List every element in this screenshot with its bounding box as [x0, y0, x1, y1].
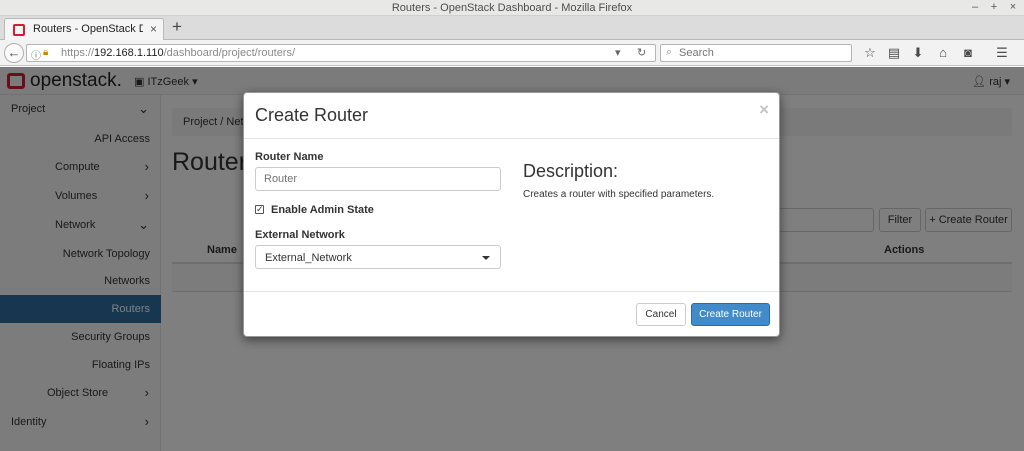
back-arrow-icon[interactable]: ←	[4, 43, 24, 63]
cancel-button[interactable]: Cancel	[636, 303, 686, 326]
search-box[interactable]: ⌕	[660, 44, 852, 62]
create-router-submit-button[interactable]: Create Router	[691, 303, 770, 326]
url-bar[interactable]: ⓘ 🔒︎ https://192.168.1.110/dashboard/pro…	[26, 44, 656, 62]
url-host: 192.168.1.110	[94, 47, 164, 59]
close-window-icon[interactable]: ×	[1007, 1, 1019, 13]
openstack-favicon-icon	[13, 24, 25, 36]
close-icon[interactable]: ×	[759, 100, 769, 120]
dropdown-arrow-icon[interactable]: ▾	[615, 46, 621, 59]
search-icon: ⌕	[666, 46, 673, 58]
admin-state-label[interactable]: Enable Admin State	[271, 204, 374, 216]
router-name-label: Router Name	[255, 151, 324, 163]
reading-list-icon[interactable]: ▤	[886, 45, 902, 61]
maximize-icon[interactable]: +	[988, 1, 1000, 13]
description-text: Creates a router with specified paramete…	[523, 189, 715, 200]
window-title: Routers - OpenStack Dashboard - Mozilla …	[391, 2, 633, 14]
admin-state-checkbox[interactable]: ✓	[255, 205, 264, 214]
modal-header: Create Router ×	[244, 93, 779, 139]
minimize-icon[interactable]: –	[969, 1, 981, 13]
modal-title: Create Router	[255, 105, 369, 125]
download-icon[interactable]: ⬇	[910, 45, 926, 61]
close-tab-icon[interactable]: ×	[150, 22, 157, 36]
url-prefix: https://	[61, 47, 95, 59]
menu-icon[interactable]: ☰	[994, 45, 1010, 61]
external-network-label: External Network	[255, 229, 345, 241]
tab-title: Routers - OpenStack Dashb	[33, 23, 143, 35]
search-input[interactable]	[679, 46, 847, 60]
external-network-value: External_Network	[265, 252, 352, 264]
navigation-bar: ← ⓘ 🔒︎ https://192.168.1.110/dashboard/p…	[0, 40, 1024, 66]
new-tab-icon[interactable]: +	[172, 18, 182, 36]
url-path: /dashboard/project/routers/	[163, 47, 296, 59]
insecure-lock-icon[interactable]: 🔒︎	[43, 47, 48, 58]
modal-footer: Cancel Create Router	[244, 291, 779, 336]
browser-tab[interactable]: Routers - OpenStack Dashb ×	[4, 18, 164, 40]
bookmark-star-icon[interactable]: ☆	[862, 45, 878, 61]
pocket-icon[interactable]: ◙	[960, 45, 976, 60]
external-network-select[interactable]: External_Network	[255, 245, 501, 269]
window-titlebar: Routers - OpenStack Dashboard - Mozilla …	[0, 0, 1024, 16]
tab-strip: Routers - OpenStack Dashb × +	[0, 16, 1024, 40]
home-icon[interactable]: ⌂	[935, 45, 951, 60]
caret-down-icon	[482, 256, 490, 260]
url-text[interactable]: https://192.168.1.110/dashboard/project/…	[61, 47, 295, 59]
create-router-modal: Create Router × Router Name ✓ Enable Adm…	[243, 92, 780, 337]
info-icon[interactable]: ⓘ	[31, 47, 41, 62]
description-title: Description:	[523, 161, 619, 181]
reload-icon[interactable]: ↻	[637, 46, 646, 59]
router-name-input[interactable]	[255, 167, 501, 191]
